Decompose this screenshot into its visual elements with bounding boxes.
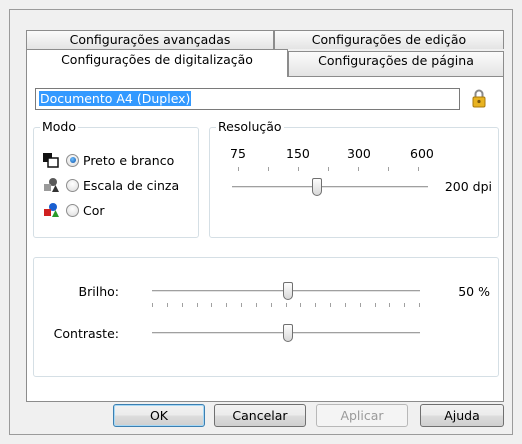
resolution-value: 200 dpi bbox=[444, 179, 492, 194]
profile-name-text: Documento A4 (Duplex) bbox=[39, 91, 192, 106]
lock-icon[interactable] bbox=[472, 88, 486, 108]
brightness-tick bbox=[211, 303, 212, 307]
radio-color[interactable] bbox=[66, 203, 79, 217]
apply-button[interactable]: Aplicar bbox=[316, 404, 408, 427]
resolution-slider-thumb[interactable] bbox=[312, 178, 322, 196]
black-white-mode-icon bbox=[43, 153, 59, 168]
resolution-tick bbox=[328, 167, 329, 171]
brightness-tick bbox=[330, 303, 331, 307]
label-color: Cor bbox=[83, 202, 105, 218]
help-button[interactable]: Ajuda bbox=[420, 404, 504, 427]
brightness-value: 50 % bbox=[458, 284, 490, 299]
cancel-button[interactable]: Cancelar bbox=[214, 404, 306, 427]
resolution-tick bbox=[388, 167, 389, 171]
tab-scan-settings[interactable]: Configurações de digitalização bbox=[26, 49, 288, 77]
brightness-tick-row bbox=[152, 303, 420, 308]
resolution-tick-label: 600 bbox=[410, 146, 434, 161]
tab-edit-settings[interactable]: Configurações de edição bbox=[274, 30, 504, 49]
profile-name-field[interactable]: Documento A4 (Duplex) bbox=[35, 88, 460, 110]
radio-row-grayscale[interactable]: Escala de cinza bbox=[42, 175, 179, 195]
brightness-label: Brilho: bbox=[78, 284, 119, 299]
contrast-slider-thumb[interactable] bbox=[283, 324, 293, 342]
brightness-tick bbox=[419, 303, 420, 307]
brightness-contrast-group: Brilho: 50 % Contraste: bbox=[33, 257, 499, 377]
label-grayscale: Escala de cinza bbox=[83, 177, 180, 193]
brightness-tick bbox=[271, 303, 272, 307]
resolution-tick bbox=[238, 167, 239, 171]
brightness-tick bbox=[241, 303, 242, 307]
radio-row-color[interactable]: Cor bbox=[42, 200, 105, 220]
grayscale-mode-icon bbox=[44, 178, 59, 192]
radio-black-white[interactable] bbox=[66, 153, 79, 167]
brightness-tick bbox=[375, 303, 376, 307]
resolution-tick-label: 75 bbox=[230, 146, 246, 161]
brightness-tick bbox=[256, 303, 257, 307]
label-black-white: Preto e branco bbox=[83, 152, 175, 168]
tab-advanced-settings[interactable]: Configurações avançadas bbox=[26, 30, 274, 49]
brightness-tick bbox=[389, 303, 390, 307]
brightness-tick bbox=[226, 303, 227, 307]
resolution-tick-label: 300 bbox=[347, 146, 371, 161]
resolution-legend: Resolução bbox=[216, 119, 284, 134]
brightness-tick bbox=[197, 303, 198, 307]
resolution-tick-label: 150 bbox=[286, 146, 310, 161]
mode-legend: Modo bbox=[40, 119, 79, 134]
brightness-tick bbox=[182, 303, 183, 307]
resolution-tick bbox=[358, 167, 359, 171]
resolution-tick bbox=[298, 167, 299, 171]
resolution-tick bbox=[418, 167, 419, 171]
ok-button[interactable]: OK bbox=[113, 404, 205, 427]
radio-grayscale[interactable] bbox=[66, 178, 79, 192]
brightness-slider-thumb[interactable] bbox=[283, 282, 293, 300]
radio-row-black-white[interactable]: Preto e branco bbox=[42, 150, 174, 170]
resolution-tick bbox=[268, 167, 269, 171]
brightness-tick bbox=[404, 303, 405, 307]
brightness-tick bbox=[300, 303, 301, 307]
brightness-tick bbox=[345, 303, 346, 307]
brightness-tick bbox=[167, 303, 168, 307]
brightness-tick bbox=[286, 303, 287, 307]
brightness-tick bbox=[315, 303, 316, 307]
contrast-label: Contraste: bbox=[53, 326, 119, 341]
color-mode-icon bbox=[44, 203, 59, 217]
mode-group: Modo Preto e branco Escala de cinza Cor bbox=[33, 119, 199, 238]
scan-settings-panel: Documento A4 (Duplex) Modo Preto e branc… bbox=[26, 76, 504, 402]
tab-page-settings[interactable]: Configurações de página bbox=[288, 51, 504, 76]
resolution-group: Resolução 75 150 300 600 200 dpi bbox=[209, 119, 499, 238]
brightness-tick bbox=[360, 303, 361, 307]
brightness-tick bbox=[152, 303, 153, 307]
resolution-slider-track[interactable] bbox=[232, 186, 428, 189]
